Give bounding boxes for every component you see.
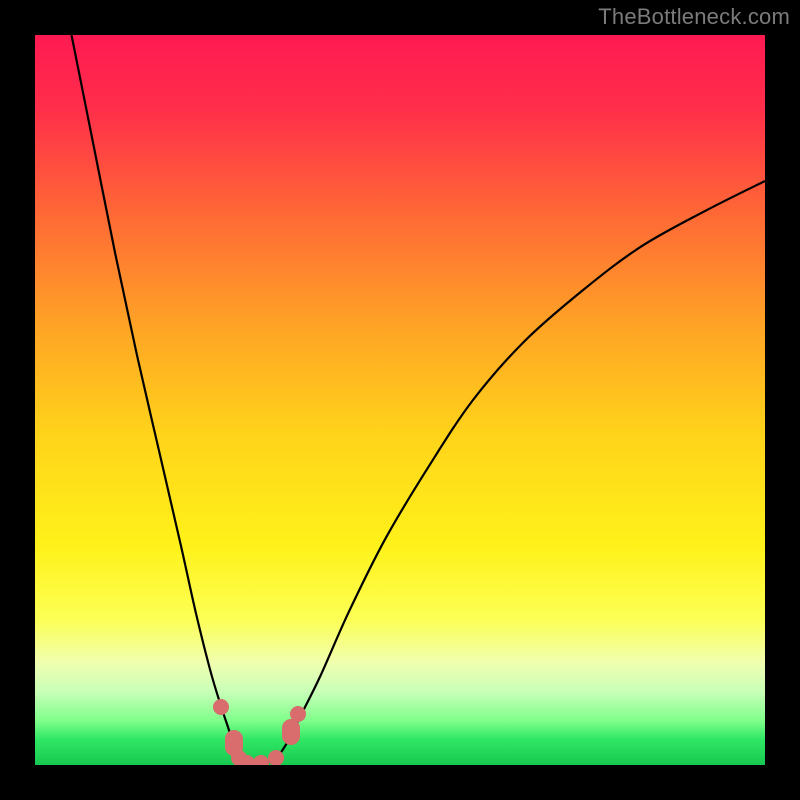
background-gradient [35, 35, 765, 765]
marker-bottom-1 [239, 755, 255, 765]
marker-bottom-2 [253, 755, 269, 765]
marker-right-upper [290, 706, 306, 722]
chart-frame: TheBottleneck.com [0, 0, 800, 800]
marker-left-upper [213, 699, 229, 715]
marker-right-low [268, 750, 284, 765]
watermark-text: TheBottleneck.com [598, 4, 790, 30]
marker-right-mid [282, 719, 300, 745]
plot-area [35, 35, 765, 765]
